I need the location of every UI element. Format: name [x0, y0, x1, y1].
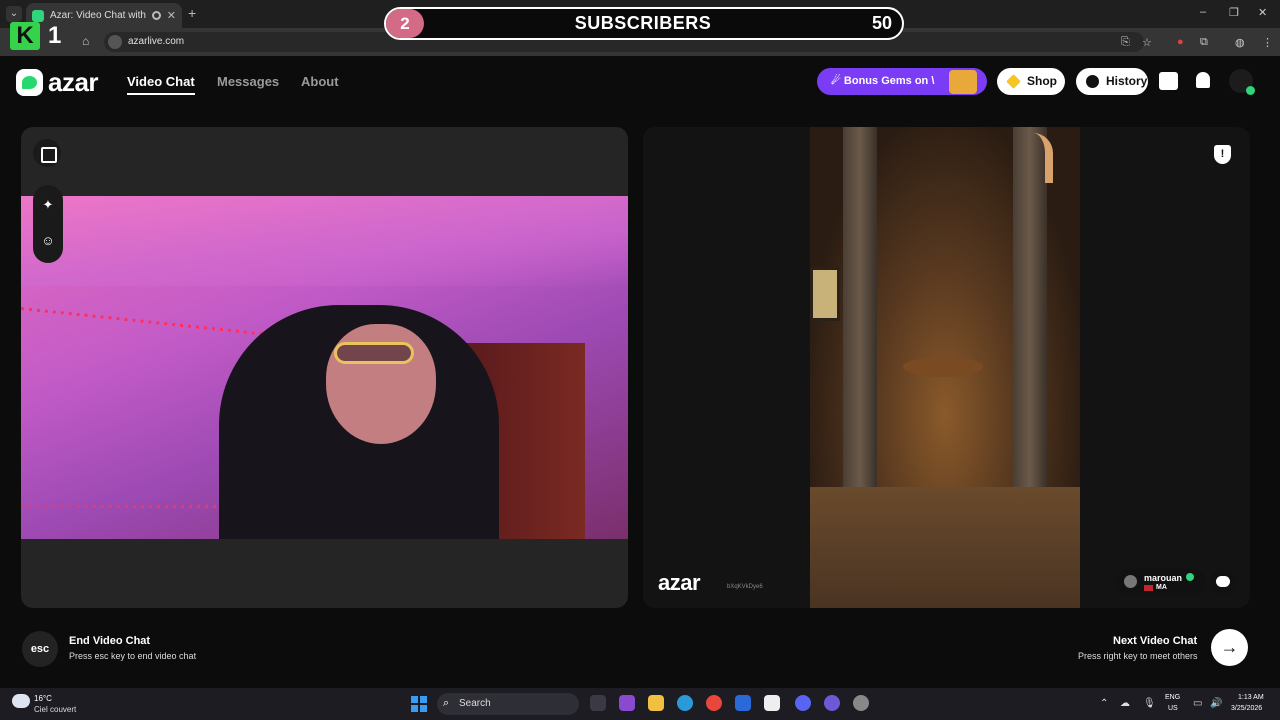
discord-icon[interactable] [795, 695, 811, 711]
led-strip-bottom [21, 505, 221, 508]
mail-icon[interactable] [735, 695, 751, 711]
task-view-icon[interactable] [590, 695, 606, 711]
store-icon[interactable] [764, 695, 780, 711]
m365-icon[interactable] [619, 695, 635, 711]
morocco-flag-icon [1144, 585, 1153, 591]
site-info-icon[interactable] [108, 35, 122, 49]
tray-cloud-icon[interactable]: ☁ [1120, 698, 1130, 709]
history-button[interactable]: History [1076, 68, 1148, 95]
history-label: History [1106, 74, 1148, 88]
profile-icon[interactable]: ◍ [1235, 36, 1245, 49]
remote-video-panel: azar bXqKVkDye6 marouan MA [643, 127, 1250, 608]
end-chat-title: End Video Chat [69, 635, 151, 647]
shop-label: Shop [1027, 74, 1057, 88]
peer-country: MA [1156, 584, 1167, 591]
kick-logo: K [10, 22, 40, 50]
bell-icon[interactable] [1196, 72, 1210, 88]
report-shield-icon[interactable]: ! [1214, 145, 1231, 164]
azar-watermark: azar [658, 570, 701, 595]
peer-name: marouan [1144, 573, 1183, 583]
weather-description[interactable]: Ciel couvert [34, 705, 76, 714]
cloud-icon[interactable] [12, 694, 30, 708]
inbox-icon[interactable] [1159, 72, 1178, 90]
taskbar-search-label: Search [459, 698, 491, 709]
tab-title: Azar: Video Chat with New [50, 10, 146, 21]
search-icon: ⌕ [443, 697, 450, 709]
session-id: bXqKVkDye6 [727, 584, 763, 590]
end-chat-hint: Press esc key to end video chat [69, 651, 197, 661]
clock-time[interactable]: 1:13 AM [1238, 694, 1264, 701]
nav-messages[interactable]: Messages [217, 74, 279, 89]
tab-search-button[interactable]: ⌄ [6, 6, 22, 22]
clock-icon [1086, 75, 1099, 88]
chat-bubble-icon[interactable] [1210, 569, 1236, 595]
magic-wand-icon[interactable]: ✦ [41, 198, 55, 212]
weather-temperature[interactable]: 16°C [34, 694, 52, 703]
maximize-button[interactable]: ❐ [1229, 6, 1239, 19]
tavern-floor [810, 487, 1080, 608]
next-chat-button[interactable]: → [1211, 629, 1248, 666]
shop-button[interactable]: Shop [997, 68, 1065, 95]
language-code[interactable]: ENG [1165, 694, 1180, 701]
bookmark-star-icon[interactable]: ☆ [1142, 36, 1152, 49]
new-tab-button[interactable]: + [188, 5, 196, 21]
esc-key-button[interactable]: esc [22, 631, 58, 667]
effects-toolbar: ✦ ☺ [33, 185, 63, 263]
tavern-window [810, 267, 840, 321]
azar-favicon-icon [32, 9, 44, 22]
edge-icon[interactable] [677, 695, 693, 711]
expand-icon[interactable] [33, 139, 61, 167]
user-avatar[interactable] [1229, 69, 1255, 95]
face-filter-icon[interactable]: ☺ [41, 234, 55, 248]
extension-icon[interactable]: ● [1177, 36, 1184, 48]
sunglasses [334, 342, 414, 364]
tab-close-icon[interactable]: ✕ [167, 9, 176, 22]
extensions-puzzle-icon[interactable]: ⧉ [1200, 36, 1208, 49]
tavern-table [903, 357, 983, 377]
file-explorer-icon[interactable] [648, 695, 664, 711]
gem-icon [1006, 74, 1021, 89]
clock-date[interactable]: 3/25/2026 [1231, 705, 1262, 712]
next-chat-hint: Press right key to meet others [1078, 651, 1198, 661]
camera-ceiling [21, 196, 628, 286]
recording-icon [151, 11, 161, 20]
nav-video-chat[interactable]: Video Chat [127, 74, 195, 89]
windows-taskbar [0, 688, 1280, 720]
minimize-button[interactable]: – [1200, 6, 1206, 18]
windows-start-icon[interactable] [411, 696, 427, 712]
microphone-icon[interactable]: 🎙 [1143, 698, 1156, 709]
azar-logo[interactable]: azar [48, 67, 99, 98]
url-text: azarlive.com [128, 36, 185, 47]
kick-logo-number: 1 [48, 22, 62, 49]
volume-icon[interactable]: 🔊 [1210, 698, 1222, 709]
close-window-button[interactable]: ✕ [1258, 6, 1267, 19]
verified-badge-icon [1186, 573, 1194, 581]
app-icon[interactable] [824, 695, 840, 711]
chrome-icon[interactable] [706, 695, 722, 711]
home-icon[interactable]: ⌂ [82, 34, 89, 48]
subscriber-label: SUBSCRIBERS [574, 13, 712, 33]
active-nav-indicator [127, 93, 195, 95]
next-chat-title: Next Video Chat [1113, 635, 1198, 647]
install-app-icon[interactable]: ⎘ [1121, 36, 1130, 49]
obs-icon[interactable] [853, 695, 869, 711]
treasure-chest-icon [949, 70, 977, 94]
azar-logo-icon[interactable] [16, 69, 43, 96]
network-icon[interactable]: ▭ [1193, 698, 1202, 709]
subscriber-count: 2 [386, 9, 424, 38]
local-video-panel: ✦ ☺ [21, 127, 628, 608]
browser-menu-icon[interactable]: ⋮ [1262, 36, 1273, 49]
subscriber-goal: 50 [871, 13, 892, 33]
peer-avatar-icon [1124, 575, 1137, 588]
keyboard-layout[interactable]: US [1168, 705, 1178, 712]
nav-about[interactable]: About [301, 74, 339, 89]
tray-chevron-icon[interactable]: ⌃ [1100, 698, 1108, 709]
